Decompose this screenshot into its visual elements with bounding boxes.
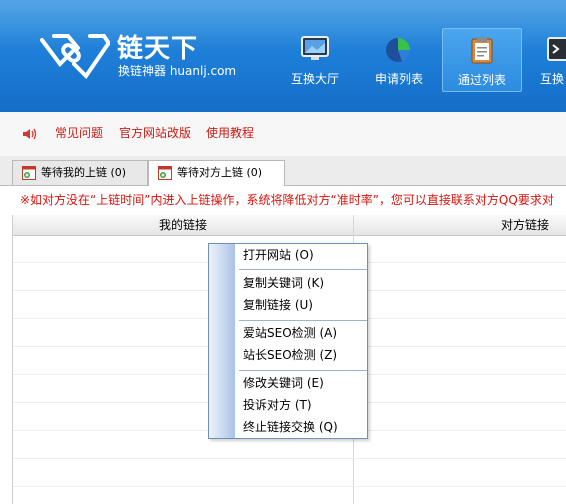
row-divider	[13, 486, 566, 487]
tab-bar: 等待我的上链 (0) 等待对方上链 (0)	[0, 156, 566, 186]
column-header-my-link[interactable]: 我的链接	[159, 215, 207, 235]
nav-application-list[interactable]: 申请列表	[360, 30, 438, 90]
terminal-icon	[547, 37, 566, 61]
faq-link[interactable]: 常见问题	[55, 126, 103, 140]
nav-approved-list[interactable]: 通过列表	[442, 28, 522, 92]
tab-waiting-partner[interactable]: 等待对方上链 (0)	[148, 160, 285, 186]
nav-exchange[interactable]: 互换	[524, 30, 566, 90]
menu-separator	[239, 269, 367, 270]
nav-label: 互换大厅	[290, 72, 339, 86]
nav-label: 通过列表	[457, 73, 506, 87]
menu-zhanzhang-seo[interactable]: 站长SEO检测 (Z)	[243, 346, 337, 364]
menu-aizhan-seo[interactable]: 爱站SEO检测 (A)	[243, 324, 337, 342]
tab-waiting-mine[interactable]: 等待我的上链 (0)	[12, 160, 148, 185]
tutorial-link[interactable]: 使用教程	[206, 126, 254, 140]
menu-copy-link[interactable]: 复制链接 (U)	[243, 296, 313, 314]
menu-complain[interactable]: 投诉对方 (T)	[243, 396, 312, 414]
clipboard-icon	[471, 37, 493, 64]
add-doc-icon	[158, 166, 172, 180]
menu-separator	[239, 320, 367, 321]
brand-title: 链天下	[117, 33, 199, 63]
chain-logo-icon	[40, 34, 110, 80]
table-header: 我的链接 对方链接	[13, 215, 566, 236]
quick-links-bar: 常见问题 官方网站改版 使用教程	[0, 112, 566, 157]
add-doc-icon	[22, 166, 36, 180]
speaker-icon	[23, 128, 37, 140]
tab-label: 等待对方上链 (0)	[177, 166, 263, 179]
notice-text: ※如对方没在“上链时间”内进入上链操作，系统将降低对方“准时率”，您可以直接联系…	[0, 186, 566, 214]
nav-label: 申请列表	[374, 72, 423, 86]
menu-copy-keyword[interactable]: 复制关键词 (K)	[243, 274, 324, 292]
menu-edit-keyword[interactable]: 修改关键词 (E)	[243, 374, 324, 392]
column-header-partner-link[interactable]: 对方链接	[501, 215, 549, 235]
nav-exchange-hall[interactable]: 互换大厅	[276, 30, 354, 90]
nav-label: 互换	[540, 72, 565, 86]
tab-label: 等待我的上链 (0)	[41, 166, 127, 179]
context-menu: 打开网站 (O) 复制关键词 (K) 复制链接 (U) 爱站SEO检测 (A) …	[208, 243, 368, 439]
menu-separator	[239, 370, 367, 371]
brand-subtitle: 换链神器 huanlj.com	[118, 64, 237, 78]
row-divider	[13, 458, 566, 459]
menu-terminate-exchange[interactable]: 终止链接交换 (Q)	[243, 418, 338, 436]
app-header: 链天下 换链神器 huanlj.com 互换大厅 申请列表 通过列表 互换	[0, 0, 566, 112]
menu-side-strip	[209, 244, 235, 438]
site-revamp-link[interactable]: 官方网站改版	[119, 126, 191, 140]
menu-open-site[interactable]: 打开网站 (O)	[243, 246, 314, 264]
pie-chart-icon	[386, 38, 410, 62]
monitor-icon	[301, 36, 329, 60]
